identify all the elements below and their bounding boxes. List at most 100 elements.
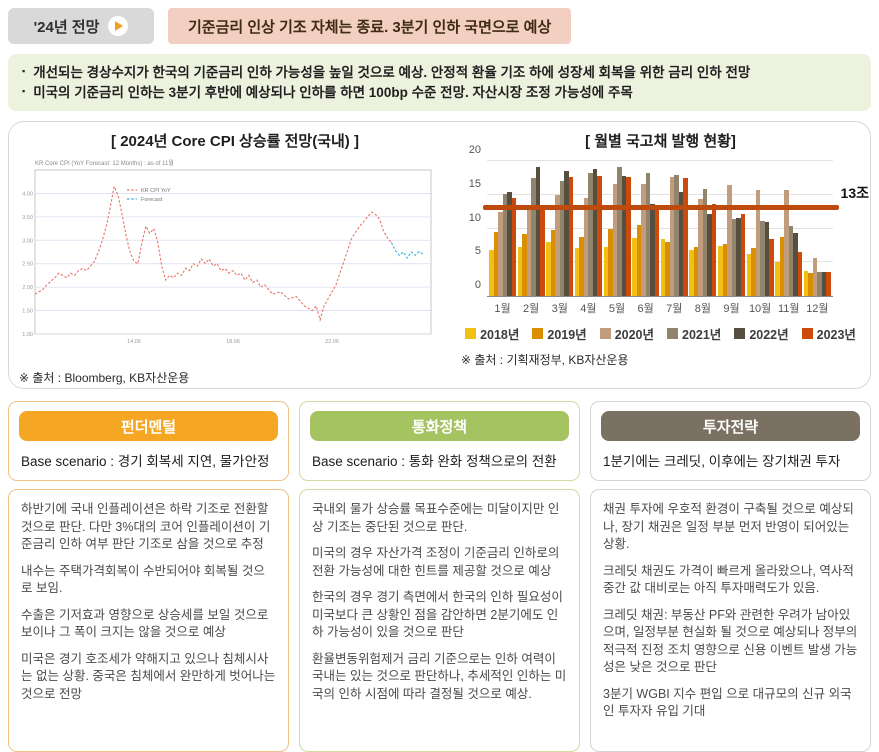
bar-2023년 <box>511 197 516 297</box>
column-pill: 투자전략 <box>601 411 860 442</box>
strategy-column-1: 펀더멘털 Base scenario : 경기 회복세 지연, 물가안정 하반기에 … <box>8 401 289 752</box>
x-tick-label: 9월 <box>723 303 740 316</box>
legend-label: 2023년 <box>816 328 856 343</box>
column-paragraph: 한국의 경우 경기 측면에서 한국의 인하 필요성이 미국보다 큰 상황인 점을… <box>312 590 563 640</box>
bar-2023년 <box>626 176 631 297</box>
column-paragraph: 크레딧 채권: 부동산 PF와 관련한 우려가 남아있으며, 일정부분 현실화 … <box>603 607 858 675</box>
outlook-badge: '24년 전망 <box>8 8 154 44</box>
x-tick-label: 11월 <box>777 303 800 316</box>
gridline <box>487 160 833 162</box>
legend-swatch-icon <box>532 328 544 340</box>
column-body-card: 국내외 물가 상승률 목표수준에는 미달이지만 인상 기조는 중단된 것으로 판… <box>299 489 580 752</box>
bar-plot-area: 0 5 10 15 20 13조 <box>469 144 869 298</box>
column-paragraph: 환율변동위험제거 금리 기준으로는 인하 여력이 국내는 있는 것으로 판단하나… <box>312 651 567 701</box>
cpi-chart-source: ※ 출처 : Bloomberg, KB자산운용 <box>19 371 190 386</box>
bar-group-12 <box>803 162 831 297</box>
bond-chart-source: ※ 출처 : 기획재정부, KB자산운용 <box>461 353 629 368</box>
y-tick-label: 20 <box>468 144 481 157</box>
column-pill: 펀더멘털 <box>19 411 278 442</box>
month-axis: 1월 2월 3월 4월 5월 6월 7월 8월 9월 10월 11월 12월 <box>489 300 831 316</box>
strategy-column-3: 투자전략 1분기에는 크레딧, 이후에는 장기채권 투자채권 투자에 우호적 환경… <box>590 401 871 752</box>
legend-item: 2020년 <box>599 324 654 343</box>
column-header-card: 투자전략 1분기에는 크레딧, 이후에는 장기채권 투자 <box>590 401 871 482</box>
x-tick-label: 8월 <box>694 303 711 316</box>
bar-group-3 <box>546 162 574 297</box>
y-tick-label: 3.50 <box>22 215 33 221</box>
y-tick-label: 4.00 <box>22 192 33 198</box>
column-body-card: 하반기에 국내 인플레이션은 하락 기조로 전환할 것으로 판단. 다만 3%대… <box>8 489 289 752</box>
cpi-chart-section: [ 2024년 Core CPI 상승률 전망(국내) ] KR Core CP… <box>19 130 451 385</box>
y-tick-label: 1.00 <box>22 332 33 338</box>
y-tick-label: 1.50 <box>22 309 33 315</box>
legend-label: Forecast <box>141 197 163 203</box>
legend-swatch-icon <box>734 328 746 340</box>
x-tick-label: 22.06 <box>325 339 339 345</box>
plot-border <box>34 169 432 335</box>
column-paragraph: 미국의 경우 자산가격 조정이 기준금리 인하로의 전환 가능성에 대한 힌트를… <box>312 546 560 578</box>
bar-group-1 <box>489 162 516 297</box>
bar-2023년 <box>568 176 574 297</box>
charts-panel: [ 2024년 Core CPI 상승률 전망(국내) ] KR Core CP… <box>8 121 871 390</box>
legend-label: 2021년 <box>682 328 722 343</box>
reference-line-13 <box>483 205 839 211</box>
header-row: '24년 전망 기준금리 인상 기조 자체는 종료. 3분기 인하 국면으로 예… <box>8 8 871 44</box>
bar-group-10 <box>746 162 774 297</box>
bar-2023년 <box>769 238 774 297</box>
cpi-chart-title: [ 2024년 Core CPI 상승률 전망(국내) ] <box>111 133 359 151</box>
bond-chart-title: [ 월별 국고채 발행 현황] <box>585 133 736 151</box>
reference-line-label: 13조 <box>840 185 869 202</box>
bar-group-6 <box>632 162 660 297</box>
summary-bullet: ▪ 미국의 기준금리 인하는 3분기 후반에 예상되나 인하를 하면 100bp … <box>22 83 857 103</box>
legend-swatch-icon <box>599 328 611 340</box>
y-tick-label: 3.00 <box>22 238 33 244</box>
y-tick-label: 0 <box>474 279 481 292</box>
bar-chart-legend: 2018년 2019년 2020년 2021년 2022년 2023년 <box>461 324 860 343</box>
cpi-line-chart: KR Core CPI (YoY Forecast: 12 Months) : … <box>19 156 451 357</box>
column-paragraph: 국내외 물가 상승률 목표수준에는 미달이지만 인상 기조는 중단된 것으로 판… <box>312 502 560 534</box>
bond-bar-chart: 0 5 10 15 20 13조 1월 2월 3월 4월 5월 6월 7월 8월 9월 10월 11월 12월 <box>461 144 869 316</box>
bond-chart-section: [ 월별 국고채 발행 현황] 0 5 10 15 20 13조 1월 2월 3월 4월 5월 6월… <box>451 130 869 382</box>
legend-swatch-icon <box>801 328 813 340</box>
legend-label: 2022년 <box>749 328 789 343</box>
x-tick-label: 2월 <box>523 303 540 316</box>
y-tick-label: 2.00 <box>22 285 33 291</box>
legend-label: 2018년 <box>480 328 520 343</box>
bar-2023년 <box>711 204 717 297</box>
legend-label: 2020년 <box>614 328 654 343</box>
bullet-text: 미국의 기준금리 인하는 3분기 후반에 예상되나 인하를 하면 100bp 수… <box>33 84 633 100</box>
column-paragraph: 3분기 WGBI 지수 편입 으로 대규모의 신규 외국인 투자자 유입 기대 <box>603 686 852 719</box>
outlook-badge-label: '24년 전망 <box>33 18 100 36</box>
legend-item: 2018년 <box>465 324 519 343</box>
column-paragraph: 내수는 주택가격회복이 수반되어야 회복될 것으로 보임. <box>21 563 265 596</box>
bar-group-5 <box>603 162 631 297</box>
cpi-line-chart-svg: KR Core CPI (YoY Forecast: 12 Months) : … <box>22 159 432 345</box>
legend-swatch-icon <box>465 328 477 340</box>
legend-label: 2019년 <box>547 328 587 343</box>
bar-2023년 <box>540 207 545 297</box>
bars-row <box>489 162 831 297</box>
column-pill: 통화정책 <box>310 411 569 442</box>
column-paragraph: 수출은 기저효과 영향으로 상승세를 보일 것으로 보이나 그 폭이 크지는 않… <box>21 607 269 640</box>
column-body-card: 채권 투자에 우호적 환경이 구축될 것으로 예상되나, 장기 채권은 일정 부… <box>590 489 871 752</box>
legend-item: 2019년 <box>532 324 587 343</box>
column-paragraph: 채권 투자에 우호적 환경이 구축될 것으로 예상되나, 장기 채권은 일정 부… <box>603 502 854 552</box>
bar-2023년 <box>740 213 745 297</box>
bullet-text: 개선되는 경상수지가 한국의 기준금리 인하 가능성을 높일 것으로 예상. 안… <box>33 65 751 80</box>
y-tick-label: 10 <box>468 211 481 224</box>
column-paragraph: 크레딧 채권도 가격이 빠르게 올라왔으나, 역사적 중간 값 대비로는 아직 … <box>603 563 854 596</box>
x-tick-label: 3월 <box>551 303 568 316</box>
column-scenario: 1분기에는 크레딧, 이후에는 장기채권 투자 <box>603 454 841 470</box>
x-tick-label: 14.06 <box>127 339 141 345</box>
bar-2023년 <box>654 208 660 297</box>
play-arrow-icon <box>108 16 129 36</box>
legend-item: 2022년 <box>734 324 789 343</box>
column-header-card: 통화정책 Base scenario : 통화 완화 정책으로의 전환 <box>299 401 580 482</box>
x-tick-label: 12월 <box>806 303 829 316</box>
bar-group-9 <box>718 162 745 297</box>
x-tick-label: 6월 <box>637 303 654 316</box>
bar-2023년 <box>797 252 803 297</box>
column-paragraph: 미국은 경기 호조세가 약해지고 있으나 침체시사는 없는 상황. 중국은 침체… <box>21 651 276 701</box>
column-header-card: 펀더멘털 Base scenario : 경기 회복세 지연, 물가안정 <box>8 401 289 482</box>
bar-2023년 <box>826 271 831 297</box>
bar-2023년 <box>597 175 602 297</box>
